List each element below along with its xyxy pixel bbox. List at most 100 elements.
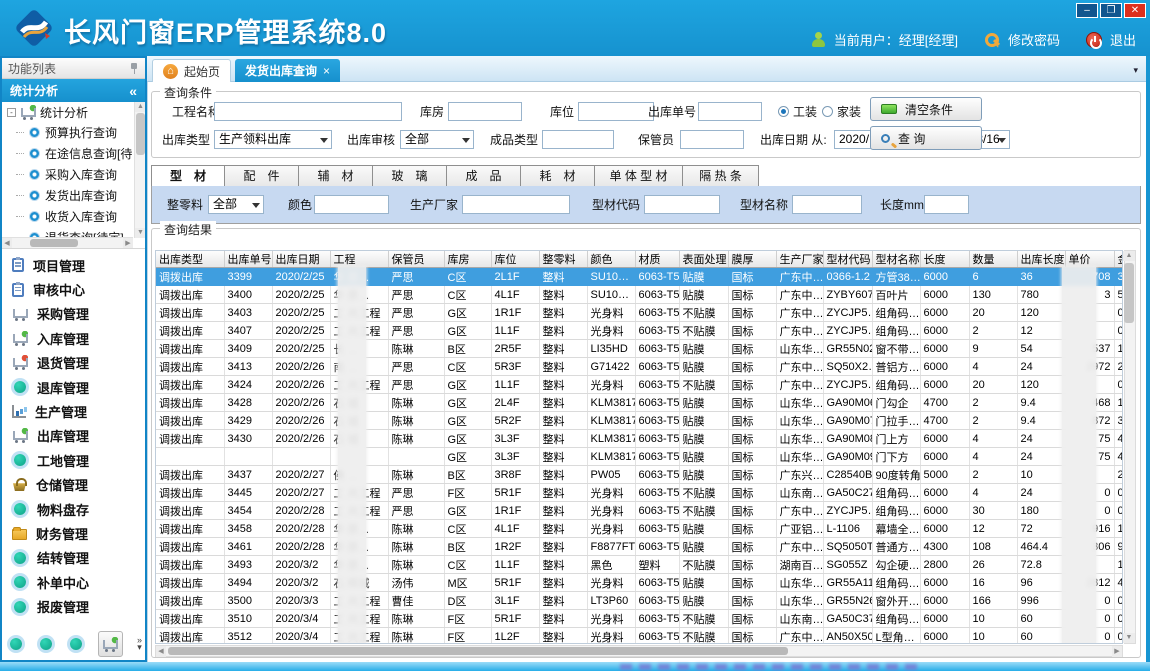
column-header[interactable]: 膜厚 bbox=[728, 251, 776, 268]
scroll-right-icon[interactable]: ▶ bbox=[123, 238, 133, 249]
sidebar-menu-item[interactable]: 项目管理 bbox=[2, 253, 145, 277]
sidebar-menu-item[interactable]: 出库管理 bbox=[2, 424, 145, 448]
column-header[interactable]: 库房 bbox=[444, 251, 491, 268]
material-tab[interactable]: 隔 热 条 bbox=[683, 165, 759, 187]
table-row[interactable]: 调拨出库34452020/2/27工 共工程严思F区5R1F整料光身料6063-… bbox=[156, 484, 1123, 502]
table-row[interactable]: 调拨出库34942020/3/2石 辉城汤伟M区5R1F整料光身料6063-T5… bbox=[156, 574, 1123, 592]
column-header[interactable]: 数量 bbox=[969, 251, 1017, 268]
table-row[interactable]: 调拨出库34032020/2/25工 共工程严思G区1R1F整料光身料6063-… bbox=[156, 304, 1123, 322]
table-horizontal-scrollbar[interactable]: ◀ ▶ bbox=[155, 645, 1123, 657]
sidebar-menu-item[interactable]: 审核中心 bbox=[2, 277, 145, 301]
scroll-up-icon[interactable]: ▲ bbox=[135, 102, 145, 112]
audit-select[interactable]: 全部 bbox=[400, 130, 474, 149]
close-button[interactable]: ✕ bbox=[1124, 3, 1146, 18]
column-header[interactable]: 出库长度 bbox=[1017, 251, 1065, 268]
table-row[interactable]: 调拨出库33992020/2/25华 原…严思C区2L1F整料SU10…6063… bbox=[156, 268, 1123, 286]
tab-close-icon[interactable]: × bbox=[323, 64, 330, 78]
sidebar-menu-item[interactable]: 仓储管理 bbox=[2, 473, 145, 497]
product-type-input[interactable] bbox=[542, 130, 614, 149]
column-header[interactable]: 出库日期 bbox=[272, 251, 330, 268]
scrollbar-thumb[interactable] bbox=[168, 647, 788, 655]
table-row[interactable]: 调拨出库34242020/2/26工 共工程严思G区1L1F整料光身料6063-… bbox=[156, 376, 1123, 394]
scroll-left-icon[interactable]: ◀ bbox=[156, 646, 166, 657]
column-header[interactable]: 颜色 bbox=[587, 251, 635, 268]
material-tab[interactable]: 辅 材 bbox=[299, 165, 373, 187]
sidebar-overflow-button[interactable]: » ▾ bbox=[137, 637, 142, 651]
module-dot-icon[interactable] bbox=[10, 638, 22, 650]
table-vertical-scrollbar[interactable]: ▲ ▼ bbox=[1124, 250, 1136, 644]
scroll-left-icon[interactable]: ◀ bbox=[2, 238, 12, 249]
warehouse-input[interactable] bbox=[448, 102, 522, 121]
whole-part-select[interactable]: 全部 bbox=[208, 195, 264, 214]
sidebar-menu-item[interactable]: 采购管理 bbox=[2, 302, 145, 326]
sidebar-menu-item[interactable]: 工地管理 bbox=[2, 448, 145, 472]
module-dot-icon[interactable] bbox=[40, 638, 52, 650]
column-header[interactable]: 整零料 bbox=[539, 251, 587, 268]
material-tab[interactable]: 配 件 bbox=[225, 165, 299, 187]
pin-icon[interactable] bbox=[129, 62, 139, 74]
sidebar-menu-item[interactable]: 退库管理 bbox=[2, 375, 145, 399]
location-input[interactable] bbox=[578, 102, 654, 121]
scroll-down-icon[interactable]: ▼ bbox=[135, 228, 145, 238]
material-tab[interactable]: 耗 材 bbox=[521, 165, 595, 187]
scrollbar-thumb[interactable] bbox=[30, 239, 78, 247]
table-row[interactable]: 调拨出库34542020/2/28工 共工程严思G区1R1F整料光身料6063-… bbox=[156, 502, 1123, 520]
maximize-button[interactable]: ❐ bbox=[1100, 3, 1122, 18]
material-tab[interactable]: 成 品 bbox=[447, 165, 521, 187]
table-row[interactable]: G区3L3F整料KLM38176063-T5贴膜国标山东华…GA90M09…门下… bbox=[156, 448, 1123, 466]
length-input[interactable] bbox=[924, 195, 969, 214]
scrollbar-thumb[interactable] bbox=[1124, 263, 1134, 323]
tree-expand-icon[interactable]: - bbox=[7, 108, 16, 117]
tree-horizontal-scrollbar[interactable]: ◀ ▶ bbox=[2, 237, 133, 248]
table-row[interactable]: 调拨出库34002020/2/25华 原…严思C区4L1F整料SU10…6063… bbox=[156, 286, 1123, 304]
scroll-down-icon[interactable]: ▼ bbox=[1123, 633, 1135, 643]
sidebar-menu-item[interactable]: 入库管理 bbox=[2, 326, 145, 350]
table-row[interactable]: 调拨出库34132020/2/26南 …严思C区5R3F整料G714226063… bbox=[156, 358, 1123, 376]
table-row[interactable]: 调拨出库35002020/3/3工 共工程曹佳D区3L1F整料LT3P60606… bbox=[156, 592, 1123, 610]
tree-item[interactable]: 在途信息查询[待 bbox=[2, 143, 145, 164]
clear-conditions-button[interactable]: 清空条件 bbox=[870, 97, 982, 121]
table-row[interactable]: 调拨出库34372020/2/27佛 …陈琳B区3R8F整料PW056063-T… bbox=[156, 466, 1123, 484]
column-header[interactable]: 出库类型 bbox=[156, 251, 224, 268]
column-header[interactable]: 出库单号 bbox=[224, 251, 272, 268]
group-header[interactable]: 统计分析 « bbox=[2, 79, 145, 102]
order-no-input[interactable] bbox=[698, 102, 762, 121]
tree-vertical-scrollbar[interactable]: ▲ ▼ bbox=[134, 102, 145, 238]
table-row[interactable]: 调拨出库34612020/2/28华 原…陈琳B区1R2F整料F8877FT60… bbox=[156, 538, 1123, 556]
tab-shipment-outbound-query[interactable]: 发货出库查询 × bbox=[235, 59, 340, 82]
material-tab[interactable]: 单 体 型 材 bbox=[595, 165, 683, 187]
column-header[interactable]: 库位 bbox=[491, 251, 539, 268]
outbound-type-select[interactable]: 生产领料出库 bbox=[214, 130, 332, 149]
minimize-button[interactable]: – bbox=[1076, 3, 1098, 18]
table-row[interactable]: 调拨出库34582020/2/28华 原…陈琳C区4L1F整料光身料6063-T… bbox=[156, 520, 1123, 538]
collapse-icon[interactable]: « bbox=[129, 83, 137, 99]
tree-item[interactable]: 退库管理[待定] bbox=[2, 248, 145, 249]
radio-home-install[interactable]: 家装 bbox=[822, 103, 861, 120]
material-tab[interactable]: 型 材 bbox=[151, 165, 225, 187]
column-header[interactable]: 型材名称 bbox=[872, 251, 920, 268]
logout-button[interactable]: 退出 bbox=[1110, 30, 1136, 49]
profile-name-input[interactable] bbox=[792, 195, 862, 214]
table-row[interactable]: 调拨出库34282020/2/26石 城陈琳G区2L4F整料KLM3817606… bbox=[156, 394, 1123, 412]
keeper-input[interactable] bbox=[680, 130, 744, 149]
table-row[interactable]: 调拨出库34932020/3/2华 原…陈琳C区1L1F整料黑色塑料不贴膜国标湖… bbox=[156, 556, 1123, 574]
material-tab[interactable]: 玻 璃 bbox=[373, 165, 447, 187]
tree-item[interactable]: 预算执行查询 bbox=[2, 122, 145, 143]
table-row[interactable]: 调拨出库34072020/2/25工 共工程严思G区1L1F整料光身料6063-… bbox=[156, 322, 1123, 340]
scrollbar-thumb[interactable] bbox=[136, 113, 145, 155]
color-input[interactable] bbox=[314, 195, 389, 214]
table-row[interactable]: 调拨出库35122020/3/4工 共工程陈琳F区1L2F整料光身料6063-T… bbox=[156, 628, 1123, 645]
sidebar-menu-item[interactable]: 退货管理 bbox=[2, 351, 145, 375]
column-header[interactable]: 金额 bbox=[1114, 251, 1123, 268]
sidebar-menu-item[interactable]: 报废管理 bbox=[2, 594, 145, 618]
table-row[interactable]: 调拨出库34292020/2/26石 城陈琳G区5R2F整料KLM3817606… bbox=[156, 412, 1123, 430]
column-header[interactable]: 材质 bbox=[635, 251, 679, 268]
tree-item[interactable]: 收货入库查询 bbox=[2, 206, 145, 227]
manufacturer-input[interactable] bbox=[462, 195, 570, 214]
sidebar-menu-item[interactable]: 结转管理 bbox=[2, 546, 145, 570]
scroll-right-icon[interactable]: ▶ bbox=[1112, 646, 1122, 657]
tree-item[interactable]: 采购入库查询 bbox=[2, 164, 145, 185]
sidebar-menu-item[interactable]: 补单中心 bbox=[2, 570, 145, 594]
sidebar-menu-item[interactable]: 财务管理 bbox=[2, 521, 145, 545]
tab-home[interactable]: ⌂ 起始页 bbox=[152, 59, 231, 82]
